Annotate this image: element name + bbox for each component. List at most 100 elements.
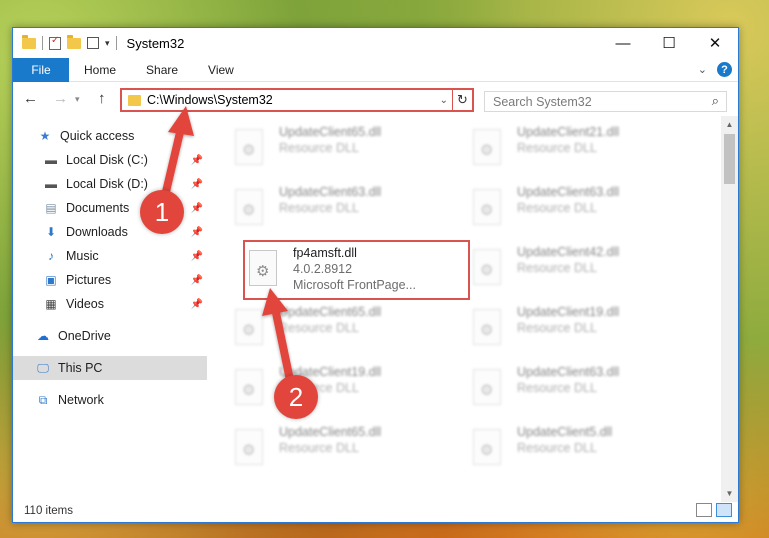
- nav-item-label: Local Disk (C:): [66, 153, 148, 167]
- file-description: Resource DLL: [517, 441, 597, 455]
- nav-item-label: Videos: [66, 297, 104, 311]
- file-name: UpdateClient42.dll: [517, 245, 620, 259]
- file-name: UpdateClient5.dll: [517, 425, 613, 439]
- network-icon: ⧉: [38, 392, 48, 407]
- file-description: Resource DLL: [279, 141, 359, 155]
- file-item[interactable]: ⚙ UpdateClient63.dll Resource DLL: [473, 184, 698, 236]
- view-icon[interactable]: [87, 37, 99, 49]
- large-icons-view-icon[interactable]: [716, 503, 732, 517]
- properties-icon[interactable]: [49, 35, 61, 50]
- quick-access-toolbar: ▾: [13, 34, 117, 50]
- search-placeholder: Search System32: [493, 94, 592, 109]
- up-arrow-icon[interactable]: ↑: [98, 90, 106, 107]
- dll-file-icon: ⚙: [235, 369, 267, 407]
- maximize-button[interactable]: ☐: [646, 28, 692, 58]
- item-count: 110 items: [24, 505, 74, 517]
- nav-item-network[interactable]: ⧉ Network: [13, 388, 207, 412]
- scrollbar-thumb[interactable]: [724, 134, 735, 184]
- help-icon[interactable]: ?: [717, 62, 732, 77]
- file-name: UpdateClient63.dll: [279, 185, 382, 199]
- customize-toolbar-chevron-icon[interactable]: ▾: [105, 38, 110, 49]
- pin-icon: 📌: [190, 154, 203, 166]
- tab-view[interactable]: View: [193, 63, 249, 77]
- file-description: Resource DLL: [279, 321, 359, 335]
- details-view-icon[interactable]: [696, 503, 712, 517]
- download-icon: ⬇: [45, 225, 57, 239]
- file-description: Resource DLL: [517, 261, 597, 275]
- minimize-button[interactable]: —: [600, 28, 646, 58]
- file-item-fp4amsft[interactable]: ⚙ fp4amsft.dll 4.0.2.8912 Microsoft Fron…: [243, 240, 470, 300]
- search-icon[interactable]: ⌕: [712, 93, 719, 109]
- nav-item-videos[interactable]: ▦ Videos 📌: [13, 292, 207, 316]
- new-folder-icon[interactable]: [67, 34, 81, 49]
- forward-arrow-icon[interactable]: →: [53, 90, 68, 107]
- tab-home[interactable]: Home: [69, 63, 131, 77]
- file-item[interactable]: ⚙ UpdateClient65.dll Resource DLL: [235, 304, 460, 356]
- pin-icon: 📌: [190, 250, 203, 262]
- file-name: fp4amsft.dll: [293, 246, 357, 260]
- refresh-icon[interactable]: ↻: [452, 90, 472, 110]
- file-item[interactable]: ⚙ UpdateClient65.dll Resource DLL: [235, 124, 460, 176]
- star-icon: ★: [39, 129, 51, 143]
- file-description: Resource DLL: [517, 141, 597, 155]
- pictures-icon: ▣: [45, 273, 57, 287]
- nav-item-local-disk-c[interactable]: ▬ Local Disk (C:) 📌: [13, 148, 207, 172]
- ribbon-tabs: File Home Share View ⌄ ?: [13, 57, 738, 82]
- separator: [115, 36, 117, 50]
- file-item[interactable]: ⚙ UpdateClient65.dll Resource DLL: [235, 424, 460, 476]
- address-path[interactable]: C:\Windows\System32: [147, 93, 436, 107]
- dll-file-icon: ⚙: [473, 129, 505, 167]
- drive-icon: ▬: [45, 153, 57, 167]
- expand-ribbon-chevron-icon[interactable]: ⌄: [698, 63, 707, 76]
- address-dropdown-chevron-icon[interactable]: ⌄: [436, 95, 452, 106]
- recent-locations-chevron-icon[interactable]: ▾: [75, 94, 80, 105]
- address-row: ← → ▾ ↑ C:\Windows\System32 ⌄ ↻ Search S…: [13, 82, 738, 116]
- file-item[interactable]: ⚙ UpdateClient42.dll Resource DLL: [473, 244, 698, 296]
- pin-icon: 📌: [190, 298, 203, 310]
- nav-item-label: Network: [58, 393, 104, 407]
- file-item[interactable]: ⚙ UpdateClient63.dll Resource DLL: [235, 184, 460, 236]
- nav-item-label: Music: [66, 249, 99, 263]
- back-arrow-icon[interactable]: ←: [23, 90, 38, 107]
- status-bar: 110 items: [13, 500, 738, 522]
- dll-file-icon: ⚙: [235, 429, 267, 467]
- nav-item-label: OneDrive: [58, 329, 111, 343]
- folder-icon: [22, 34, 36, 49]
- navigation-pane: ★ Quick access ▬ Local Disk (C:) 📌 ▬ Loc…: [13, 116, 207, 502]
- nav-item-onedrive[interactable]: ☁ OneDrive: [13, 324, 207, 348]
- file-item[interactable]: ⚙ UpdateClient19.dll Resource DLL: [235, 364, 460, 416]
- nav-item-music[interactable]: ♪ Music 📌: [13, 244, 207, 268]
- dll-file-icon: ⚙: [473, 429, 505, 467]
- videos-icon: ▦: [45, 297, 57, 311]
- file-version: 4.0.2.8912: [293, 262, 353, 276]
- scroll-up-arrow-icon[interactable]: ▲: [721, 116, 738, 133]
- dll-file-icon: ⚙: [473, 189, 505, 227]
- separator: [42, 36, 43, 50]
- tab-share[interactable]: Share: [131, 63, 193, 77]
- nav-item-local-disk-d[interactable]: ▬ Local Disk (D:) 📌: [13, 172, 207, 196]
- dll-file-icon: ⚙: [473, 369, 505, 407]
- file-item[interactable]: ⚙ UpdateClient63.dll Resource DLL: [473, 364, 698, 416]
- nav-item-label: This PC: [58, 361, 103, 375]
- search-input[interactable]: Search System32 ⌕: [484, 91, 727, 112]
- documents-icon: ▤: [45, 201, 57, 215]
- file-description: Resource DLL: [517, 201, 597, 215]
- address-bar[interactable]: C:\Windows\System32 ⌄ ↻: [120, 88, 474, 112]
- music-icon: ♪: [48, 249, 54, 263]
- close-button[interactable]: ✕: [692, 28, 738, 58]
- file-item[interactable]: ⚙ UpdateClient19.dll Resource DLL: [473, 304, 698, 356]
- folder-icon: [128, 94, 141, 106]
- step-1-badge: 1: [140, 190, 184, 234]
- dll-file-icon: ⚙: [473, 249, 505, 287]
- nav-item-this-pc[interactable]: 🖵 This PC: [13, 356, 207, 380]
- file-item[interactable]: ⚙ UpdateClient21.dll Resource DLL: [473, 124, 698, 176]
- step-2-badge: 2: [274, 375, 318, 419]
- nav-item-label: Downloads: [66, 225, 128, 239]
- file-item[interactable]: ⚙ UpdateClient5.dll Resource DLL: [473, 424, 698, 476]
- pin-icon: 📌: [190, 226, 203, 238]
- tab-file[interactable]: File: [13, 57, 69, 82]
- nav-item-pictures[interactable]: ▣ Pictures 📌: [13, 268, 207, 292]
- file-name: UpdateClient65.dll: [279, 425, 382, 439]
- nav-item-quick-access[interactable]: ★ Quick access: [13, 124, 207, 148]
- vertical-scrollbar[interactable]: ▲ ▼: [721, 116, 738, 502]
